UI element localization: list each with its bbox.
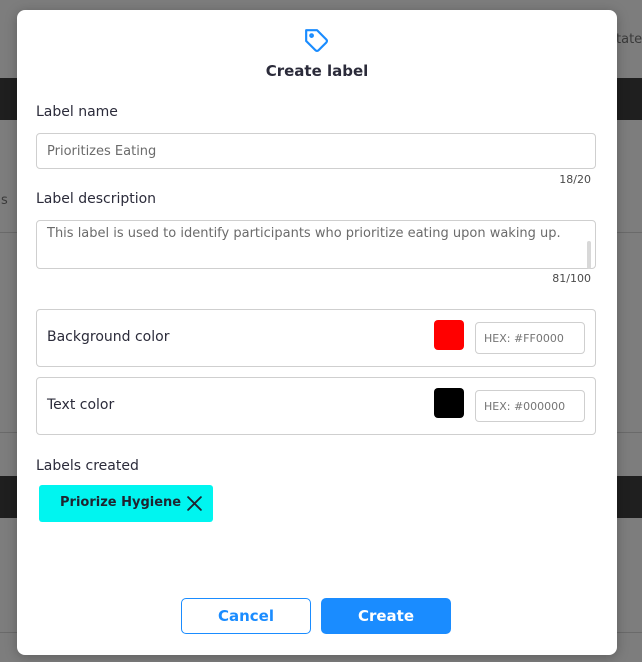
label-chip-text: Priorize Hygiene — [60, 495, 182, 510]
label-name-input[interactable] — [36, 133, 596, 169]
close-icon[interactable] — [186, 495, 203, 512]
label-description-textarea[interactable]: This label is used to identify participa… — [36, 220, 596, 269]
create-button[interactable]: Create — [321, 598, 451, 634]
label-description-counter: 81/100 — [552, 272, 591, 285]
cancel-button[interactable]: Cancel — [181, 598, 311, 634]
text-color-hex-input[interactable] — [475, 390, 585, 422]
label-description-label: Label description — [36, 191, 157, 207]
label-chip: Priorize Hygiene — [39, 485, 213, 522]
label-name-label: Label name — [36, 104, 118, 120]
background-partial-text: s — [1, 193, 8, 208]
background-color-label: Background color — [47, 329, 170, 345]
text-color-swatch[interactable] — [434, 388, 464, 418]
modal-title: Create label — [265, 62, 369, 80]
modal-header — [17, 28, 617, 58]
background-color-row: Background color — [36, 309, 596, 367]
text-color-row: Text color — [36, 377, 596, 435]
textarea-scrollbar[interactable] — [587, 241, 591, 269]
labels-created-heading: Labels created — [36, 458, 139, 474]
background-color-hex-input[interactable] — [475, 322, 585, 354]
tag-icon — [305, 29, 328, 52]
label-name-counter: 18/20 — [559, 173, 591, 186]
background-color-swatch[interactable] — [434, 320, 464, 350]
create-label-modal: Create label Label name 18/20 Label desc… — [17, 10, 617, 655]
text-color-label: Text color — [47, 397, 115, 413]
background-partial-text: tate — [616, 32, 642, 47]
